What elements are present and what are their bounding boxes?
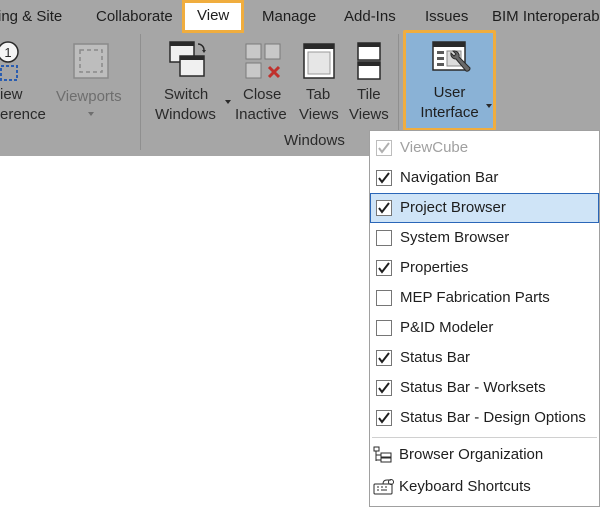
tile-views-label-2: Views (349, 106, 389, 123)
view-reference-button[interactable]: 1 iew erence (0, 34, 48, 130)
switch-windows-icon (169, 41, 206, 77)
view-reference-label-1: iew (0, 86, 23, 103)
tab-collaborate[interactable]: Collaborate (96, 0, 173, 34)
menu-item-status-bar-design-options[interactable]: Status Bar - Design Options (370, 403, 599, 433)
chevron-down-icon (225, 100, 231, 104)
switch-windows-button[interactable]: Switch Windows (152, 34, 232, 130)
user-interface-button[interactable]: User Interface (403, 30, 496, 131)
user-interface-label-1: User (433, 84, 466, 101)
viewports-label: Viewports (56, 88, 122, 105)
checkbox-checked (376, 260, 392, 276)
menu-item-system-browser[interactable]: System Browser (370, 223, 599, 253)
tile-views-icon (357, 42, 381, 80)
checkbox-unchecked (376, 230, 392, 246)
menu-item-label: Browser Organization (399, 446, 544, 463)
menu-item-mep-fabrication-parts[interactable]: MEP Fabrication Parts (370, 283, 599, 313)
checkmark-icon (378, 352, 390, 364)
svg-text:1: 1 (4, 45, 11, 60)
tile-views-button[interactable]: Tile Views (346, 34, 392, 130)
browser-organization-icon (373, 446, 392, 463)
menu-item-browser-organization[interactable]: Browser Organization (370, 440, 599, 470)
checkmark-icon (378, 202, 390, 214)
checkbox-unchecked (376, 320, 392, 336)
view-reference-label-2: erence (0, 106, 46, 123)
tab-views-icon (303, 43, 335, 79)
panel-separator (398, 34, 399, 130)
menu-item-label: Keyboard Shortcuts (399, 478, 531, 495)
menu-item-label: Status Bar (400, 349, 471, 366)
menu-item-label: Navigation Bar (400, 169, 499, 186)
checkmark-icon (378, 142, 390, 154)
chevron-down-icon (88, 112, 94, 116)
user-interface-label-2: Interface (420, 104, 479, 121)
menu-item-label: P&ID Modeler (400, 319, 494, 336)
tab-add-ins[interactable]: Add-Ins (344, 0, 396, 34)
menu-item-project-browser[interactable]: Project Browser (370, 193, 599, 223)
chevron-down-icon (486, 104, 492, 108)
menu-item-label: System Browser (400, 229, 510, 246)
checkbox-checked (376, 200, 392, 216)
tile-views-label-1: Tile (357, 86, 381, 103)
switch-windows-label-1: Switch (164, 86, 209, 103)
tab-manage[interactable]: Manage (262, 0, 316, 34)
user-interface-dropdown-menu: ViewCube Navigation Bar Project Browser … (369, 130, 600, 507)
checkbox-unchecked (376, 290, 392, 306)
viewports-button[interactable]: Viewports (54, 34, 128, 130)
checkbox-checked (376, 410, 392, 426)
menu-item-label: Status Bar - Worksets (400, 379, 546, 396)
menu-item-label: Project Browser (400, 199, 506, 216)
close-inactive-label-1: Close (243, 86, 282, 103)
tab-issues[interactable]: Issues (425, 0, 468, 34)
menu-item-viewcube[interactable]: ViewCube (370, 133, 599, 163)
menu-item-label: MEP Fabrication Parts (400, 289, 550, 306)
menu-item-label: ViewCube (400, 139, 469, 156)
menu-item-navigation-bar[interactable]: Navigation Bar (370, 163, 599, 193)
menu-divider (372, 437, 597, 438)
tab-views-label-2: Views (299, 106, 339, 123)
checkbox-checked (376, 380, 392, 396)
checkbox-checked-disabled (376, 140, 392, 156)
checkmark-icon (378, 412, 390, 424)
menu-item-label: Properties (400, 259, 469, 276)
ribbon-tab-bar: ing & Site Collaborate View Manage Add-I… (0, 0, 600, 34)
panel-separator (140, 34, 141, 150)
menu-item-status-bar-worksets[interactable]: Status Bar - Worksets (370, 373, 599, 403)
menu-item-keyboard-shortcuts[interactable]: Keyboard Shortcuts (370, 472, 599, 502)
switch-windows-label-2: Windows (155, 106, 216, 123)
viewports-icon (73, 43, 109, 79)
checkbox-checked (376, 170, 392, 186)
tab-massing-site[interactable]: ing & Site (0, 0, 62, 34)
view-reference-icon: 1 (0, 41, 19, 81)
close-inactive-icon (245, 43, 281, 79)
close-inactive-button[interactable]: Close Inactive (234, 34, 292, 130)
menu-item-pid-modeler[interactable]: P&ID Modeler (370, 313, 599, 343)
checkmark-icon (378, 262, 390, 274)
menu-item-label: Status Bar - Design Options (400, 409, 586, 426)
checkmark-icon (378, 172, 390, 184)
close-inactive-label-2: Inactive (235, 106, 287, 123)
windows-panel-label: Windows (284, 132, 345, 149)
checkmark-icon (378, 382, 390, 394)
tab-views-label-1: Tab (306, 86, 331, 103)
menu-item-status-bar[interactable]: Status Bar (370, 343, 599, 373)
tab-bim-interoperability[interactable]: BIM Interoperab (492, 0, 600, 34)
menu-item-properties[interactable]: Properties (370, 253, 599, 283)
tab-views-button[interactable]: Tab Views (296, 34, 342, 130)
tab-view[interactable]: View (182, 0, 245, 33)
keyboard-shortcuts-icon (373, 479, 394, 495)
checkbox-checked (376, 350, 392, 366)
user-interface-icon (432, 41, 471, 72)
